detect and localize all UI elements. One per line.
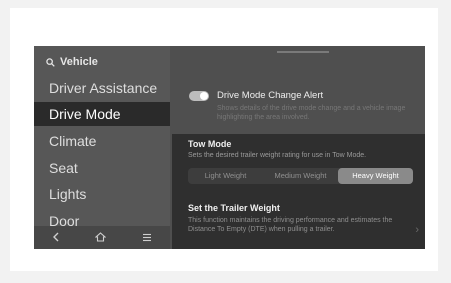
vehicle-search[interactable]: Vehicle (46, 54, 98, 70)
sidebar-item-driver-assistance[interactable]: Driver Assistance (34, 76, 170, 100)
alert-description: Shows details of the drive mode change a… (217, 105, 406, 121)
light-weight-option[interactable]: Light Weight (188, 168, 263, 184)
alert-title: Drive Mode Change Alert (217, 90, 324, 101)
sidebar-item-seat[interactable]: Seat (34, 156, 170, 180)
sidebar: Vehicle Driver Assistance Drive Mode Cli… (34, 46, 170, 249)
heavy-weight-option[interactable]: Heavy Weight (338, 168, 413, 184)
tow-mode-title: Tow Mode (188, 139, 232, 149)
tow-mode-panel: Tow Mode Sets the desired trailer weight… (172, 134, 425, 249)
infotainment-screen: Vehicle Driver Assistance Drive Mode Cli… (34, 46, 425, 249)
menu-button[interactable] (142, 229, 152, 247)
home-icon (95, 231, 107, 242)
sidebar-item-climate[interactable]: Climate (34, 129, 170, 153)
sidebar-item-label: Lights (49, 186, 87, 202)
search-icon (46, 57, 55, 67)
sidebar-item-drive-mode[interactable]: Drive Mode (34, 102, 170, 126)
chevron-right-icon[interactable]: › (415, 224, 419, 236)
bottom-nav-bar (34, 226, 170, 249)
sidebar-item-label: Driver Assistance (49, 80, 158, 96)
sidebar-item-label: Drive Mode (49, 106, 121, 122)
back-button[interactable] (52, 229, 60, 247)
set-trailer-weight-description: This function maintains the driving perf… (188, 217, 393, 233)
set-trailer-weight-title[interactable]: Set the Trailer Weight (188, 203, 280, 213)
sidebar-item-label: Climate (49, 133, 97, 149)
home-button[interactable] (95, 229, 107, 247)
toggle-knob (200, 92, 208, 100)
sidebar-item-label: Seat (49, 160, 78, 176)
menu-icon (143, 233, 152, 241)
tow-mode-description: Sets the desired trailer weight rating f… (188, 152, 367, 159)
back-icon (52, 232, 59, 241)
medium-weight-option[interactable]: Medium Weight (263, 168, 338, 184)
search-label: Vehicle (60, 56, 98, 68)
scroll-indicator (277, 51, 329, 53)
sidebar-item-lights[interactable]: Lights (34, 182, 170, 206)
alert-toggle[interactable] (189, 91, 209, 101)
trailer-weight-selector: Light Weight Medium Weight Heavy Weight (188, 168, 413, 184)
